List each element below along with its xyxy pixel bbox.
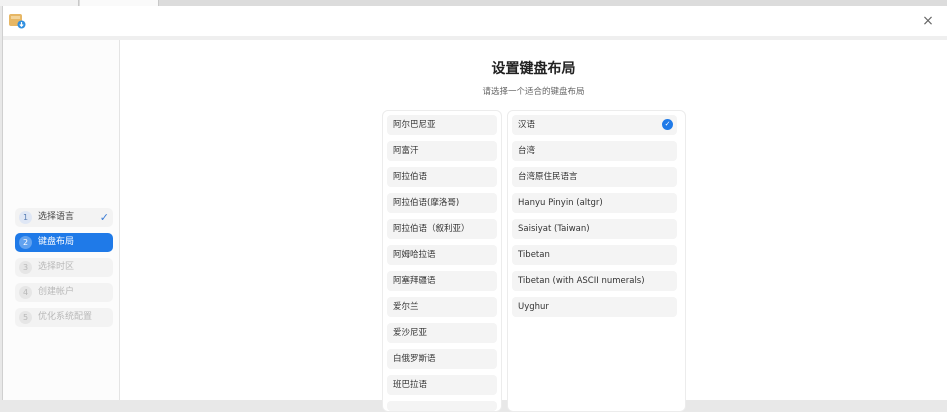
list-item-partial[interactable] <box>387 401 497 411</box>
step-create-account[interactable]: 4 创建帐户 <box>15 283 113 302</box>
language-list[interactable]: 阿尔巴尼亚 阿富汗 阿拉伯语 阿拉伯语(摩洛哥) 阿拉伯语（叙利亚） 阿姆哈拉语… <box>382 110 502 412</box>
list-item[interactable]: 阿塞拜疆语 <box>387 271 497 291</box>
step-select-language[interactable]: 1 选择语言 ✓ <box>15 208 113 227</box>
list-item[interactable]: Saisiyat (Taiwan) <box>512 219 677 239</box>
check-icon: ✓ <box>99 211 109 224</box>
step-select-timezone[interactable]: 3 选择时区 <box>15 258 113 277</box>
list-item[interactable]: 阿拉伯语 <box>387 167 497 187</box>
list-item[interactable]: Tibetan <box>512 245 677 265</box>
step-number: 4 <box>19 286 32 299</box>
installer-app-icon <box>9 14 26 29</box>
step-number: 2 <box>19 236 32 249</box>
list-item-label: 汉语 <box>518 120 536 130</box>
list-item[interactable]: 阿姆哈拉语 <box>387 245 497 265</box>
step-label: 选择语言 <box>38 212 75 222</box>
step-number: 3 <box>19 261 32 274</box>
list-item[interactable]: 阿拉伯语(摩洛哥) <box>387 193 497 213</box>
list-item[interactable]: 白俄罗斯语 <box>387 349 497 369</box>
step-keyboard-layout[interactable]: 2 键盘布局 <box>15 233 113 252</box>
close-button[interactable]: × <box>919 12 937 30</box>
list-item[interactable]: 阿拉伯语（叙利亚） <box>387 219 497 239</box>
list-item[interactable]: 班巴拉语 <box>387 375 497 395</box>
step-number: 1 <box>19 211 32 224</box>
list-item[interactable]: 爱尔兰 <box>387 297 497 317</box>
page-subtitle: 请选择一个适合的键盘布局 <box>482 87 585 97</box>
list-item[interactable]: Hanyu Pinyin (altgr) <box>512 193 677 213</box>
step-optimize-system[interactable]: 5 优化系统配置 <box>15 308 113 327</box>
list-item[interactable]: 阿尔巴尼亚 <box>387 115 497 135</box>
list-item[interactable]: Uyghur <box>512 297 677 317</box>
step-number: 5 <box>19 311 32 324</box>
step-label: 键盘布局 <box>38 237 75 247</box>
page-title: 设置键盘布局 <box>491 61 576 77</box>
step-label: 选择时区 <box>38 262 75 272</box>
steps-sidebar: 1 选择语言 ✓ 2 键盘布局 3 选择时区 4 创建帐户 5 优化系统配置 <box>3 40 120 400</box>
title-bar: × <box>3 6 947 36</box>
list-item[interactable]: Tibetan (with ASCII numerals) <box>512 271 677 291</box>
list-item[interactable]: 爱沙尼亚 <box>387 323 497 343</box>
layout-variant-list[interactable]: 汉语 ✓ 台湾 台湾原住民语言 Hanyu Pinyin (altgr) Sai… <box>507 110 686 412</box>
list-item[interactable]: 阿富汗 <box>387 141 497 161</box>
list-item-selected[interactable]: 汉语 ✓ <box>512 115 677 135</box>
list-item[interactable]: 台湾 <box>512 141 677 161</box>
installer-window: × 1 选择语言 ✓ 2 键盘布局 3 选择时区 4 创建帐户 5 优化系统配置… <box>2 6 947 412</box>
step-label: 优化系统配置 <box>38 312 93 322</box>
selected-check-icon: ✓ <box>662 119 673 130</box>
main-content: 设置键盘布局 请选择一个适合的键盘布局 阿尔巴尼亚 阿富汗 阿拉伯语 阿拉伯语(… <box>120 40 947 412</box>
list-item[interactable]: 台湾原住民语言 <box>512 167 677 187</box>
step-label: 创建帐户 <box>38 287 75 297</box>
